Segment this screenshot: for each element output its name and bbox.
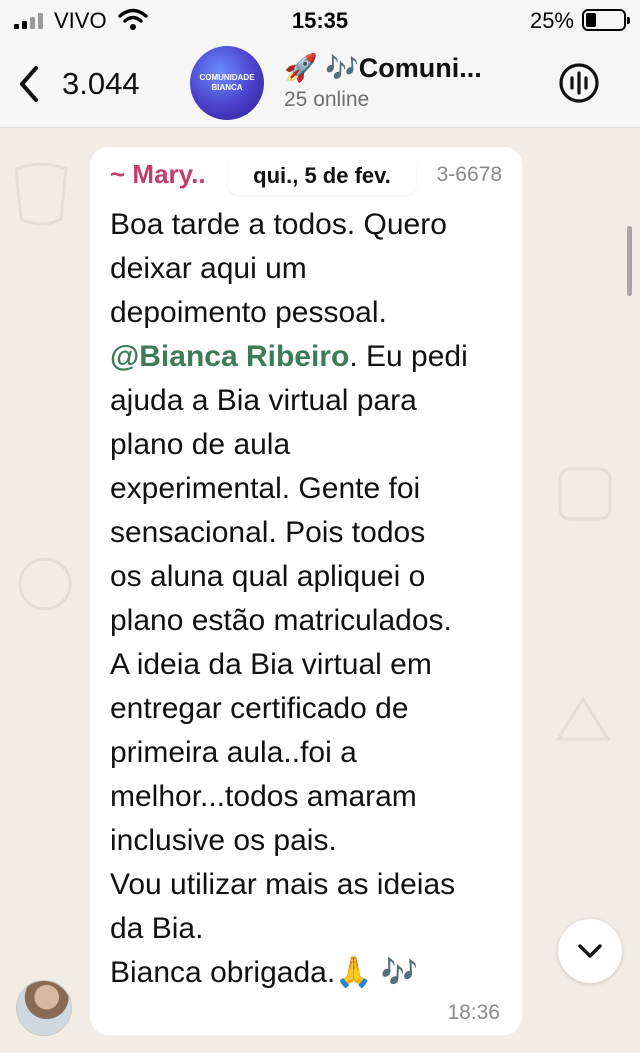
message-timestamp: 18:36 — [447, 1001, 500, 1024]
online-count: 25 online — [284, 88, 370, 111]
back-button[interactable]: 3.044 — [14, 62, 140, 106]
battery-percent: 25% — [529, 8, 574, 33]
sender-name[interactable]: ~ Mary.. — [110, 159, 206, 189]
sender-phone: 3-6678 — [436, 163, 502, 186]
background-doodle-icon — [14, 162, 68, 226]
unread-count: 3.044 — [62, 66, 140, 101]
message-bubble[interactable]: ~ Mary.. 3-6678 Boa tarde a todos. Quero… — [90, 147, 522, 1035]
mention-link[interactable]: @Bianca Ribeiro — [110, 340, 349, 373]
date-separator: qui., 5 de fev. — [228, 157, 416, 195]
message-text-part: Boa tarde a todos. Quero deixar aqui um … — [110, 208, 447, 329]
group-info[interactable]: 🚀 🎶Comuni... 25 online — [284, 52, 524, 112]
voice-chat-icon[interactable] — [558, 62, 600, 104]
chevron-down-icon — [578, 944, 602, 958]
group-name: 🚀 🎶Comuni... — [284, 53, 482, 83]
background-doodle-icon — [18, 557, 72, 611]
scroll-to-bottom-button[interactable] — [558, 919, 622, 983]
message-text-part-2: . Eu pedi ajuda a Bia virtual para plano… — [110, 340, 468, 989]
battery-icon — [582, 9, 630, 31]
group-avatar-text: COMUNIDADE — [199, 73, 255, 82]
chat-header: 3.044 COMUNIDADE BIANCA 🚀 🎶Comuni... 25 … — [0, 42, 640, 128]
chat-area[interactable]: ~ Mary.. 3-6678 Boa tarde a todos. Quero… — [0, 129, 640, 1053]
background-doodle-icon — [558, 467, 612, 521]
scrollbar[interactable] — [627, 226, 632, 296]
status-bar: VIVO 15:35 25% — [0, 0, 640, 42]
sender-avatar[interactable] — [16, 980, 72, 1036]
chevron-left-icon — [20, 66, 38, 102]
group-avatar[interactable]: COMUNIDADE BIANCA — [190, 46, 264, 120]
background-doodle-icon — [555, 696, 611, 741]
message-text: Boa tarde a todos. Quero deixar aqui um … — [110, 203, 502, 995]
group-avatar-text-2: BIANCA — [211, 83, 243, 92]
